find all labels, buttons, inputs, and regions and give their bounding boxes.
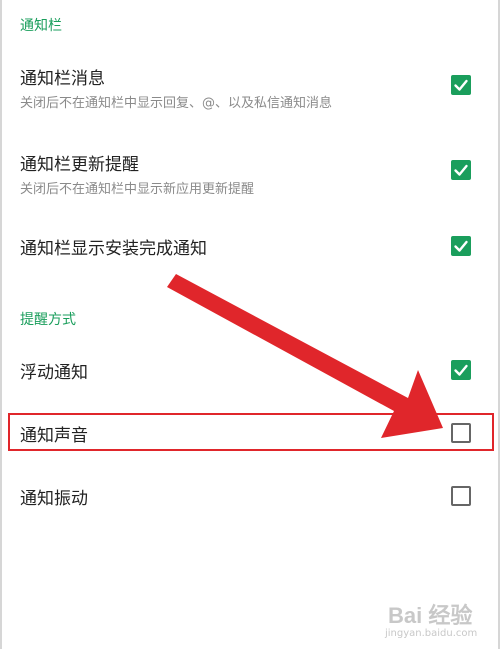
- checkbox-notification-vibration[interactable]: [451, 486, 471, 506]
- watermark-logo: Bai 经验: [388, 603, 473, 628]
- checkbox-bar-update-reminder[interactable]: [451, 160, 471, 180]
- checkmark-icon: [454, 364, 468, 376]
- watermark-url: jingyan.baidu.com: [385, 628, 478, 639]
- setting-row-notification-vibration[interactable]: 通知振动: [0, 480, 500, 514]
- setting-row-bar-messages[interactable]: 通知栏消息 关闭后不在通知栏中显示回复、@、以及私信通知消息: [0, 60, 500, 120]
- checkmark-icon: [454, 79, 468, 91]
- checkmark-icon: [454, 240, 468, 252]
- section-header-alert-method: 提醒方式: [20, 312, 76, 328]
- setting-title: 浮动通知: [20, 363, 88, 383]
- section-header-notification-bar: 通知栏: [20, 18, 62, 34]
- setting-row-bar-install-complete[interactable]: 通知栏显示安装完成通知: [0, 230, 500, 264]
- setting-row-floating-notification[interactable]: 浮动通知: [0, 354, 500, 388]
- setting-subtitle: 关闭后不在通知栏中显示回复、@、以及私信通知消息: [20, 96, 333, 111]
- setting-title: 通知栏更新提醒: [20, 155, 139, 175]
- checkmark-icon: [454, 164, 468, 176]
- checkbox-floating-notification[interactable]: [451, 360, 471, 380]
- setting-row-bar-update-reminder[interactable]: 通知栏更新提醒 关闭后不在通知栏中显示新应用更新提醒: [0, 147, 500, 207]
- checkbox-bar-install-complete[interactable]: [451, 236, 471, 256]
- setting-title: 通知振动: [20, 489, 88, 509]
- setting-title: 通知栏消息: [20, 69, 105, 89]
- checkbox-bar-messages[interactable]: [451, 75, 471, 95]
- setting-subtitle: 关闭后不在通知栏中显示新应用更新提醒: [20, 182, 255, 197]
- highlight-box: [8, 413, 494, 451]
- setting-title: 通知栏显示安装完成通知: [20, 239, 207, 259]
